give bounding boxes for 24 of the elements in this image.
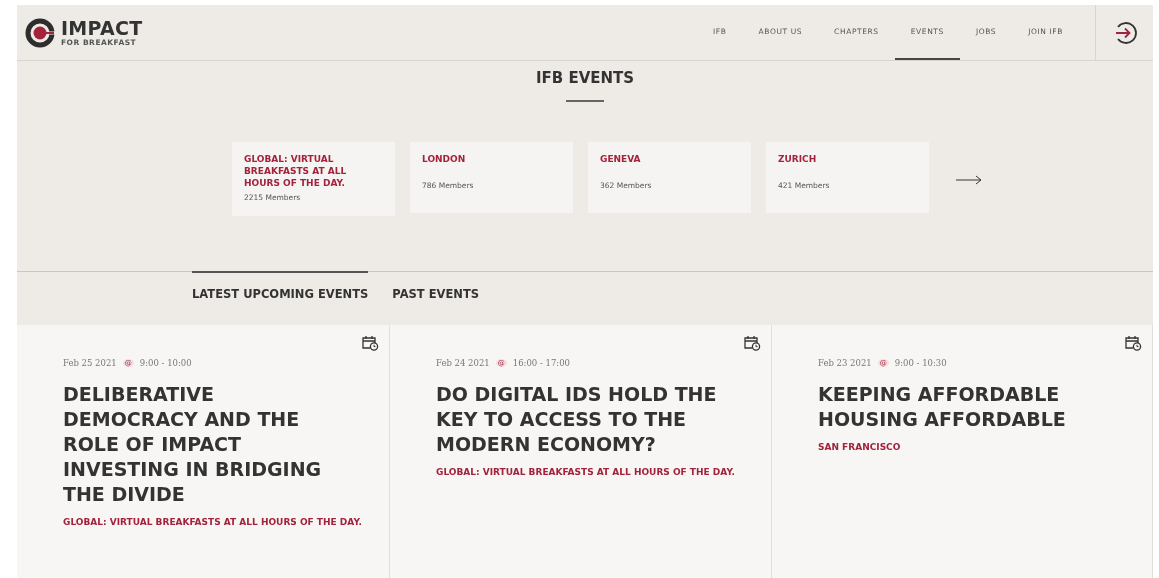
event-date: Feb 23 2021 [818, 358, 872, 368]
logo-icon [25, 17, 55, 48]
event-time: 9:00 - 10:30 [894, 358, 947, 368]
calendar-clock-icon[interactable] [743, 335, 761, 351]
event-date: Feb 25 2021 [63, 358, 117, 368]
event-time: 16:00 - 17:00 [512, 358, 571, 368]
next-arrow-icon[interactable] [956, 175, 982, 185]
event-title: DO DIGITAL IDS HOLD THE KEY TO ACCESS TO THE MODERN ECONOMY? [436, 382, 718, 457]
chapter-name: ZURICH [778, 153, 818, 165]
chapter-name: GENEVA [600, 153, 642, 165]
chapter-name: LONDON [422, 153, 467, 165]
page-title: IFB EVENTS [534, 69, 636, 87]
event-chapter: GLOBAL: VIRTUAL BREAKFASTS AT ALL HOURS OF THE DAY. [436, 467, 736, 477]
chapter-name: GLOBAL: VIRTUAL BREAKFASTS AT ALL HOURS OF THE DAY. [244, 153, 348, 189]
event-chapter: SAN FRANCISCO [818, 442, 902, 452]
event-chapter: GLOBAL: VIRTUAL BREAKFASTS AT ALL HOURS OF THE DAY. [63, 517, 363, 527]
events-tab[interactable]: PAST EVENTS [392, 271, 480, 325]
event-time: 9:00 - 10:00 [139, 358, 192, 368]
brand-name: IMPACT [61, 18, 143, 38]
event-title: DELIBERATIVE DEMOCRACY AND THE ROLE OF IMPACT INVESTING IN BRIDGING THE DIVIDE [63, 382, 323, 507]
calendar-clock-icon[interactable] [1124, 335, 1142, 351]
calendar-clock-icon[interactable] [361, 335, 379, 351]
event-date: Feb 24 2021 [436, 358, 490, 368]
event-title: KEEPING AFFORDABLE HOUSING AFFORDABLE [818, 382, 1067, 432]
